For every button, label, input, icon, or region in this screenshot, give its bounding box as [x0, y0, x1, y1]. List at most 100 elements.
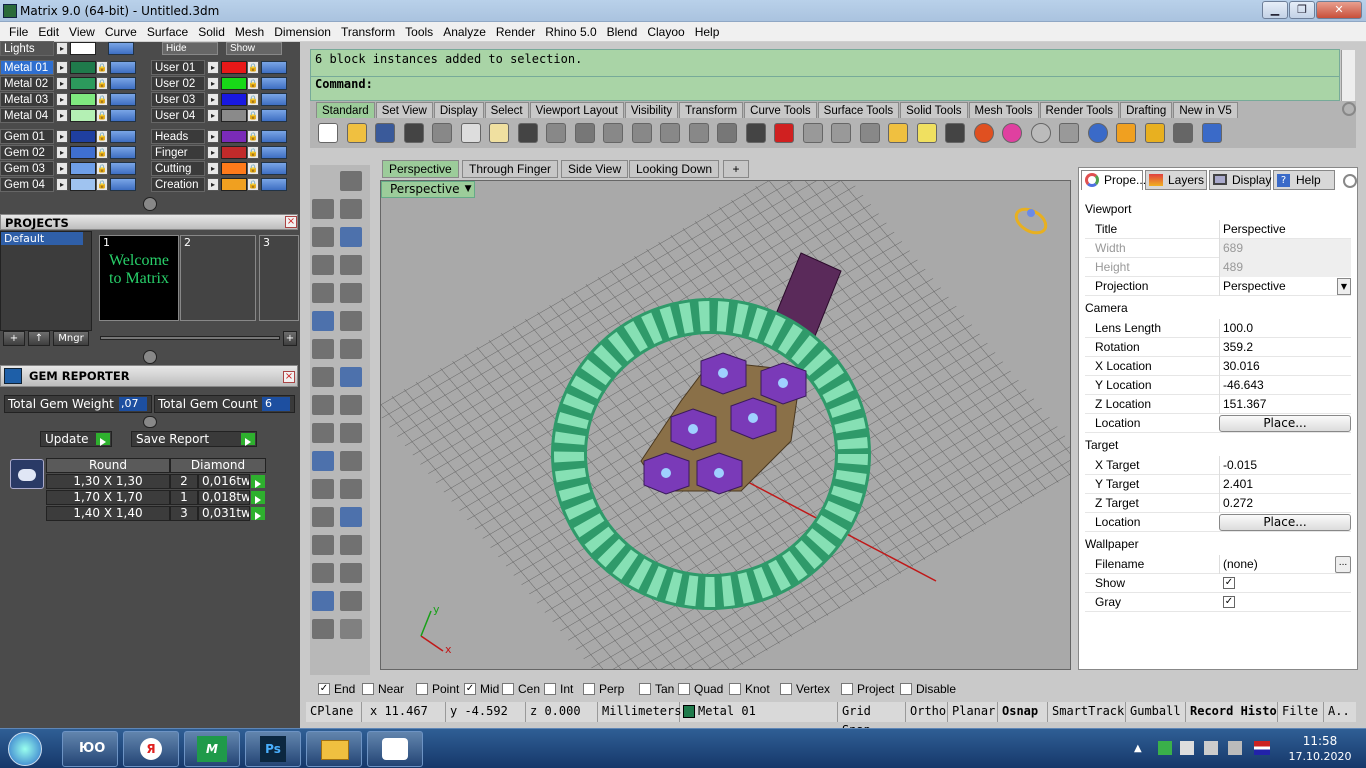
- filter-toggle[interactable]: Filte: [1278, 702, 1324, 722]
- arc-icon[interactable]: [312, 255, 334, 275]
- select-icon[interactable]: [312, 171, 334, 191]
- lock-icon[interactable]: 🔒: [96, 130, 108, 143]
- lock-icon[interactable]: 🔒: [247, 93, 259, 106]
- trim-icon[interactable]: [340, 423, 362, 443]
- layer-row[interactable]: Cutting ▸ 🔒: [151, 161, 297, 176]
- tab-drafting[interactable]: Drafting: [1120, 102, 1173, 118]
- layer-color-swatch[interactable]: [221, 77, 247, 90]
- lock-icon[interactable]: 🔒: [247, 162, 259, 175]
- add-project-button[interactable]: +: [3, 331, 25, 346]
- box-icon[interactable]: [312, 339, 334, 359]
- paste-icon[interactable]: [489, 123, 509, 143]
- visibility-toggle[interactable]: [110, 130, 136, 143]
- osnap-cen[interactable]: Cen: [502, 682, 540, 696]
- project-default[interactable]: Default: [1, 232, 83, 245]
- tray-matrix-icon[interactable]: [1158, 741, 1172, 755]
- network-icon[interactable]: [1228, 741, 1242, 755]
- tab-looking-down[interactable]: Looking Down: [629, 160, 720, 178]
- command-scrollbar[interactable]: [1341, 50, 1355, 102]
- layer-name[interactable]: User 02: [151, 76, 205, 91]
- layer-name[interactable]: User 03: [151, 92, 205, 107]
- menu-clayoo[interactable]: Clayoo: [642, 25, 689, 39]
- x-location-field[interactable]: 30.016: [1219, 357, 1351, 376]
- gear-icon[interactable]: [1343, 174, 1357, 188]
- copy-icon[interactable]: [460, 123, 481, 143]
- layer-row[interactable]: Metal 01 ▸ 🔒: [0, 60, 146, 75]
- tab-standard[interactable]: Standard: [316, 102, 375, 118]
- mesh-icon[interactable]: [312, 563, 334, 583]
- layer-name[interactable]: Heads: [151, 129, 205, 144]
- cplane-label[interactable]: CPlane: [306, 702, 362, 722]
- layer-name[interactable]: Gem 01: [0, 129, 54, 144]
- layer-row[interactable]: Metal 02 ▸ 🔒: [0, 76, 146, 91]
- light-swatch[interactable]: [70, 42, 96, 55]
- grid-array-icon[interactable]: [312, 591, 334, 611]
- layer-icon[interactable]: [945, 123, 965, 143]
- layer-color-swatch[interactable]: [70, 109, 96, 122]
- gem-row-go-icon[interactable]: [251, 491, 265, 504]
- offset-icon[interactable]: [340, 479, 362, 499]
- named-cplane-icon[interactable]: [859, 123, 880, 143]
- layer-color-swatch[interactable]: [221, 93, 247, 106]
- manager-button[interactable]: Mngr: [53, 331, 89, 346]
- lock-icon[interactable]: 🔒: [247, 146, 259, 159]
- menu-help[interactable]: Help: [690, 25, 725, 39]
- render-sphere-icon[interactable]: [1030, 123, 1051, 143]
- layer-color-swatch[interactable]: [221, 61, 247, 74]
- layer-row[interactable]: Metal 03 ▸ 🔒: [0, 92, 146, 107]
- osnap-checkbox[interactable]: [639, 683, 651, 695]
- osnap-mid[interactable]: ✓ Mid: [464, 682, 499, 696]
- layer-row[interactable]: Creation ▸ 🔒: [151, 177, 297, 192]
- expand-icon[interactable]: ▸: [56, 61, 68, 74]
- osnap-knot[interactable]: Knot: [729, 682, 770, 696]
- osnap-quad[interactable]: Quad: [678, 682, 723, 696]
- tab-through-finger[interactable]: Through Finger: [462, 160, 559, 178]
- material-sphere-icon[interactable]: [1002, 123, 1022, 143]
- layer-name[interactable]: Metal 01: [0, 60, 54, 75]
- expand-icon[interactable]: ▸: [56, 146, 68, 159]
- extrude-icon[interactable]: [340, 395, 362, 415]
- projects-close-icon[interactable]: ×: [285, 216, 297, 228]
- osnap-int[interactable]: Int: [544, 682, 573, 696]
- layer-row[interactable]: Gem 04 ▸ 🔒: [0, 177, 146, 192]
- expand-icon[interactable]: ▸: [56, 109, 68, 122]
- filter-icon[interactable]: [1116, 123, 1136, 143]
- visibility-toggle[interactable]: [110, 93, 136, 106]
- minimize-button[interactable]: ▁: [1262, 1, 1288, 19]
- clock-date[interactable]: 17.10.2020: [1280, 750, 1360, 763]
- rotate-view-icon[interactable]: [574, 123, 595, 143]
- command-input[interactable]: [383, 79, 1323, 94]
- zoom-selected-icon[interactable]: [688, 123, 709, 143]
- tab-set-view[interactable]: Set View: [375, 102, 433, 118]
- cut-icon[interactable]: [432, 123, 452, 143]
- layer-color-swatch[interactable]: [70, 61, 96, 74]
- osnap-checkbox[interactable]: ✓: [318, 683, 330, 695]
- layer-name[interactable]: Gem 04: [0, 177, 54, 192]
- undo-icon[interactable]: [517, 123, 538, 143]
- color-wheel-icon[interactable]: [973, 123, 994, 143]
- osnap-checkbox[interactable]: [583, 683, 595, 695]
- gem-row-go-icon[interactable]: [251, 475, 265, 488]
- visibility-toggle[interactable]: [261, 162, 287, 175]
- visibility-toggle[interactable]: [261, 77, 287, 90]
- layer-name[interactable]: Metal 03: [0, 92, 54, 107]
- osnap-checkbox[interactable]: [544, 683, 556, 695]
- osnap-checkbox[interactable]: [900, 683, 912, 695]
- gem-reporter-close-icon[interactable]: ×: [283, 371, 295, 383]
- lock-icon[interactable]: 🔒: [247, 178, 259, 191]
- record-history-toggle[interactable]: Record Histo: [1186, 702, 1278, 722]
- menu-view[interactable]: View: [64, 25, 100, 39]
- osnap-near[interactable]: Near: [362, 682, 404, 696]
- expand-icon[interactable]: ▸: [56, 42, 68, 55]
- osnap-checkbox[interactable]: [416, 683, 428, 695]
- status-more[interactable]: A..: [1324, 702, 1352, 722]
- loft-icon[interactable]: [340, 311, 362, 331]
- osnap-checkbox[interactable]: ✓: [464, 683, 476, 695]
- project-slot-2[interactable]: 2: [180, 235, 256, 321]
- z-target-field[interactable]: 0.272: [1219, 494, 1351, 513]
- osnap-checkbox[interactable]: [780, 683, 792, 695]
- osnap-checkbox[interactable]: [362, 683, 374, 695]
- settings-icon[interactable]: [1144, 123, 1165, 143]
- tab-viewport-layout[interactable]: Viewport Layout: [529, 102, 624, 118]
- polyline-icon[interactable]: [312, 199, 334, 219]
